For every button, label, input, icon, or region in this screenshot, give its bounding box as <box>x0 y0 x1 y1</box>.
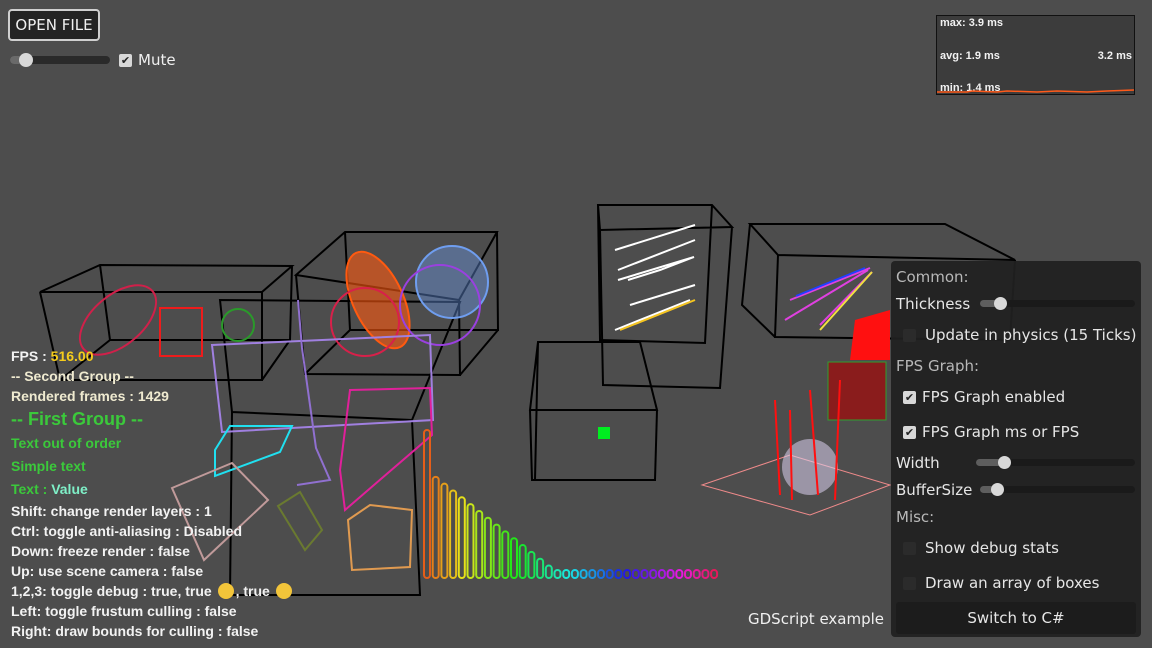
misc-section-label: Misc: <box>896 508 935 526</box>
gdscript-example-label: GDScript example <box>748 610 885 628</box>
spring-bar <box>579 569 588 579</box>
update-physics-checkbox[interactable]: Update in physics (15 Ticks) <box>903 326 1136 344</box>
spring-bar <box>570 569 579 579</box>
thickness-label: Thickness <box>896 295 971 313</box>
hint-line: Up: use scene camera : false <box>11 563 204 579</box>
draw-array-boxes-label: Draw an array of boxes <box>925 574 1100 592</box>
volume-slider[interactable] <box>10 53 110 67</box>
spring-bar <box>518 544 527 580</box>
fps-value: 516.00 <box>50 348 94 364</box>
check-icon: ✔ <box>119 53 132 67</box>
spring-bar <box>623 569 632 579</box>
text-value: Value <box>51 481 88 497</box>
width-slider-knob[interactable] <box>998 456 1011 469</box>
hint-line: Ctrl: toggle anti-aliasing : Disabled <box>11 523 243 539</box>
spring-bar <box>501 530 510 579</box>
volume-slider-knob[interactable] <box>19 53 33 67</box>
spring-bar <box>562 569 571 579</box>
fps-graph: max: 3.9 ms avg: 1.9 ms 3.2 ms min: 1.4 … <box>936 15 1135 95</box>
spring-bar <box>431 475 440 579</box>
spring-bar <box>553 569 562 579</box>
fps-graph-enabled-label: FPS Graph enabled <box>922 388 1066 406</box>
spring-bar <box>649 569 658 579</box>
spring-bar <box>475 509 484 579</box>
spring-bar <box>597 569 605 579</box>
simple-text: Simple text <box>11 458 86 474</box>
buffer-size-slider[interactable] <box>980 483 1135 496</box>
show-debug-stats-label: Show debug stats <box>925 539 1059 557</box>
fps-graph-ms-label: FPS Graph ms or FPS <box>922 423 1080 441</box>
fps-readout: FPS : 516.00 <box>11 348 94 364</box>
text-out-of-order: Text out of order <box>11 435 122 451</box>
spring-bar <box>457 496 466 580</box>
fps-graph-line <box>937 89 1134 93</box>
checkbox-unchecked-icon <box>903 328 916 342</box>
spring-bar <box>701 569 710 579</box>
switch-to-csharp-button[interactable]: Switch to C# <box>896 602 1136 634</box>
spring-bar <box>692 569 701 579</box>
check-icon: ✔ <box>903 390 916 404</box>
spring-bar <box>588 569 597 579</box>
settings-panel: Common: Thickness Update in physics (15 … <box>891 261 1141 637</box>
smirk-face-emoji-icon <box>275 583 292 599</box>
fps-graph-ms-checkbox[interactable]: ✔ FPS Graph ms or FPS <box>903 423 1079 441</box>
spring-bar <box>527 550 536 579</box>
second-group-header: -- Second Group -- <box>11 368 134 384</box>
text-value-line: Text : Value <box>11 481 88 497</box>
hint-line: Down: freeze render : false <box>11 543 190 559</box>
spring-bar <box>640 569 649 579</box>
rendered-frames: Rendered frames : 1429 <box>11 388 169 404</box>
mute-label: Mute <box>138 51 176 69</box>
spring-bar <box>492 523 501 580</box>
debug-text-overlay: FPS : 516.00 -- Second Group -- Rendered… <box>11 346 294 641</box>
buffer-size-label: BufferSize <box>896 481 973 499</box>
spring-bar <box>710 569 719 579</box>
spring-bar <box>466 503 475 579</box>
spring-bar <box>675 569 684 579</box>
spring-bar <box>536 557 545 579</box>
buffer-size-slider-knob[interactable] <box>991 483 1004 496</box>
spring-bar <box>657 569 666 579</box>
spring-bar <box>614 569 623 579</box>
fps-graph-current: 3.2 ms <box>1097 50 1132 62</box>
update-physics-label: Update in physics (15 Ticks) <box>925 326 1137 344</box>
spring-bar <box>423 429 431 579</box>
thickness-slider-knob[interactable] <box>994 297 1007 310</box>
checkbox-unchecked-icon <box>903 541 916 555</box>
spring-bar <box>684 569 692 579</box>
check-icon: ✔ <box>903 425 916 439</box>
common-section-label: Common: <box>896 268 969 286</box>
fps-graph-max: max: 3.9 ms <box>940 17 1003 29</box>
fps-graph-avg: avg: 1.9 ms <box>940 50 1000 62</box>
thickness-slider[interactable] <box>980 297 1135 310</box>
spring-bar <box>544 564 553 580</box>
hint-debug-line: 1,2,3: toggle debug : true, true , true <box>11 581 294 601</box>
hint-line: Right: draw bounds for culling : false <box>11 623 259 639</box>
spring-bar <box>440 482 449 580</box>
spring-bar <box>666 569 675 579</box>
draw-array-boxes-checkbox[interactable]: Draw an array of boxes <box>903 574 1099 592</box>
spring-bar <box>510 537 518 579</box>
show-debug-stats-checkbox[interactable]: Show debug stats <box>903 539 1059 557</box>
spring-bar <box>483 516 492 580</box>
spring-bar <box>631 569 640 579</box>
checkbox-unchecked-icon <box>903 576 916 590</box>
hint-line: Left: toggle frustum culling : false <box>11 603 237 619</box>
fps-graph-enabled-checkbox[interactable]: ✔ FPS Graph enabled <box>903 388 1065 406</box>
mute-checkbox[interactable]: ✔ Mute <box>119 51 176 69</box>
spring-bars <box>423 429 719 580</box>
hint-line: Shift: change render layers : 1 <box>11 503 212 519</box>
open-file-button[interactable]: OPEN FILE <box>8 9 100 41</box>
width-slider[interactable] <box>976 456 1135 469</box>
neutral-face-emoji-icon <box>217 583 234 599</box>
spring-bar <box>605 569 614 579</box>
first-group-header: -- First Group -- <box>11 409 143 429</box>
width-label: Width <box>896 454 940 472</box>
fps-graph-section-label: FPS Graph: <box>896 357 980 375</box>
spring-bar <box>449 489 458 579</box>
